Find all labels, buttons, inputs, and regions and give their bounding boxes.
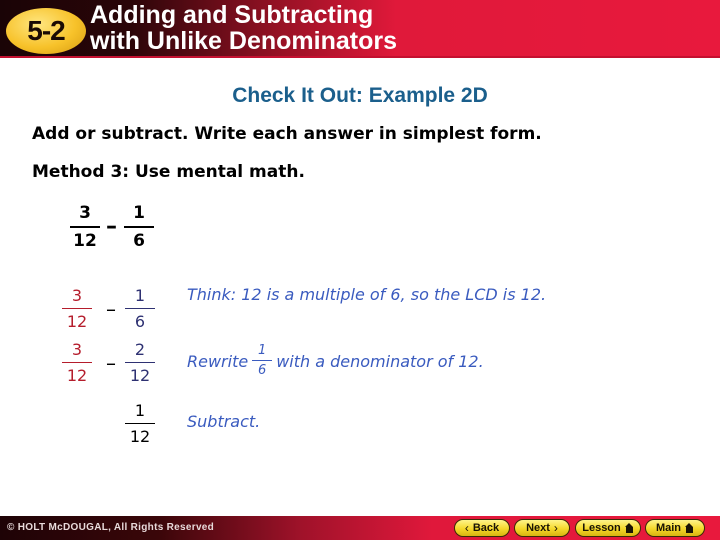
numerator: 3 bbox=[71, 340, 83, 359]
example-subtitle: Check It Out: Example 2D bbox=[232, 84, 488, 107]
denominator: 12 bbox=[129, 427, 151, 446]
step2-left-fraction: 3 12 bbox=[62, 342, 92, 384]
instruction-text: Add or subtract. Write each answer in si… bbox=[32, 124, 542, 144]
main-button-label: Main bbox=[655, 522, 682, 534]
numerator: 3 bbox=[71, 286, 83, 305]
numerator: 1 bbox=[134, 286, 146, 305]
step3-result-fraction: 1 12 bbox=[125, 403, 155, 445]
home-icon bbox=[624, 523, 634, 533]
fraction-bar bbox=[252, 360, 273, 361]
fraction-bar bbox=[62, 362, 92, 363]
step2-note-before: Rewrite bbox=[187, 352, 249, 371]
numerator: 3 bbox=[79, 203, 91, 223]
step3-note: Subtract. bbox=[187, 412, 261, 431]
fraction-bar bbox=[125, 423, 155, 424]
copyright-text: © HOLT McDOUGAL, All Rights Reserved bbox=[7, 522, 215, 533]
main-button[interactable]: Main bbox=[645, 519, 705, 537]
step2-note: Rewrite 1 6 with a denominator of 12. bbox=[187, 343, 484, 379]
step2-note-after: with a denominator of 12. bbox=[276, 352, 484, 371]
numerator: 1 bbox=[134, 401, 146, 420]
back-button-label: Back bbox=[472, 522, 500, 534]
next-button-label: Next bbox=[526, 522, 550, 534]
denominator: 12 bbox=[129, 366, 151, 385]
denominator: 12 bbox=[66, 366, 88, 385]
expression-right-fraction: 1 6 bbox=[124, 205, 154, 250]
chevron-right-icon: › bbox=[553, 521, 558, 535]
step2-note-fraction: 1 6 bbox=[252, 343, 273, 378]
fraction-bar bbox=[125, 362, 155, 363]
step2-right-fraction: 2 12 bbox=[125, 342, 155, 384]
step1-right-fraction: 1 6 bbox=[125, 288, 155, 330]
step2-operator: – bbox=[106, 351, 116, 375]
home-icon bbox=[685, 523, 694, 533]
step1-operator: – bbox=[106, 297, 116, 321]
chevron-left-icon: ‹ bbox=[464, 521, 469, 535]
fraction-bar bbox=[70, 226, 100, 228]
lesson-title-line2: with Unlike Denominators bbox=[90, 27, 397, 55]
lesson-number-badge: 5-2 bbox=[6, 8, 86, 54]
denominator: 6 bbox=[134, 312, 146, 331]
numerator: 1 bbox=[258, 343, 267, 358]
lesson-title-line1: Adding and Subtracting bbox=[90, 1, 374, 29]
denominator: 6 bbox=[258, 363, 267, 378]
next-button[interactable]: Next › bbox=[514, 519, 570, 537]
header-banner: 5-2 Adding and Subtracting with Unlike D… bbox=[0, 0, 720, 58]
back-button[interactable]: ‹ Back bbox=[454, 519, 510, 537]
lesson-button-label: Lesson bbox=[582, 522, 621, 534]
footer-bar: © HOLT McDOUGAL, All Rights Reserved ‹ B… bbox=[0, 516, 720, 540]
numerator: 1 bbox=[133, 203, 145, 223]
numerator: 2 bbox=[134, 340, 146, 359]
denominator: 12 bbox=[73, 231, 97, 251]
method-text: Method 3: Use mental math. bbox=[32, 162, 305, 182]
fraction-bar bbox=[125, 308, 155, 309]
step1-left-fraction: 3 12 bbox=[62, 288, 92, 330]
expression-left-fraction: 3 12 bbox=[70, 205, 100, 250]
denominator: 6 bbox=[133, 231, 145, 251]
lesson-button[interactable]: Lesson bbox=[575, 519, 641, 537]
lesson-title: Adding and Subtracting with Unlike Denom… bbox=[90, 2, 397, 54]
fraction-bar bbox=[62, 308, 92, 309]
fraction-bar bbox=[124, 226, 154, 228]
expression-operator: – bbox=[106, 214, 117, 239]
step1-note: Think: 12 is a multiple of 6, so the LCD… bbox=[187, 285, 547, 304]
denominator: 12 bbox=[66, 312, 88, 331]
